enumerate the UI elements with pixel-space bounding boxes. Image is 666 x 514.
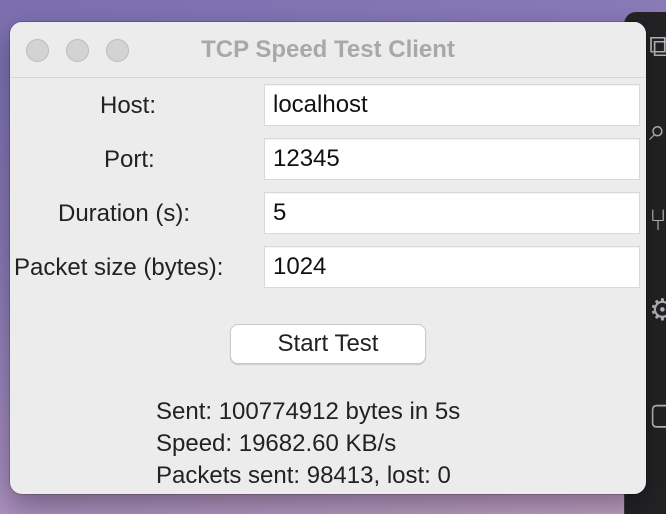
files-icon: ⧉ xyxy=(649,30,666,63)
app-window: TCP Speed Test Client Host: Port: Durati… xyxy=(10,22,646,494)
host-row: Host: xyxy=(10,84,646,128)
port-label: Port: xyxy=(104,146,155,173)
packet-size-label: Packet size (bytes): xyxy=(14,254,224,281)
port-input[interactable] xyxy=(264,138,640,180)
port-row: Port: xyxy=(10,138,646,182)
source-control-icon: ⑂ xyxy=(649,204,666,237)
window-title: TCP Speed Test Client xyxy=(201,36,455,63)
duration-row: Duration (s): xyxy=(10,192,646,236)
start-test-button[interactable]: Start Test xyxy=(230,324,426,364)
debug-icon: ⚙ xyxy=(649,294,666,327)
sent-result: Sent: 100774912 bytes in 5s xyxy=(156,398,461,425)
search-icon: ⌕ xyxy=(649,114,666,147)
packet-size-row: Packet size (bytes): xyxy=(10,246,646,290)
host-input[interactable] xyxy=(264,84,640,126)
packets-result: Packets sent: 98413, lost: 0 xyxy=(156,462,451,489)
speed-result: Speed: 19682.60 KB/s xyxy=(156,430,397,457)
host-label: Host: xyxy=(100,92,157,119)
title-bar[interactable]: TCP Speed Test Client xyxy=(10,22,646,78)
duration-input[interactable] xyxy=(264,192,640,234)
duration-label: Duration (s): xyxy=(58,200,191,227)
extensions-icon: ▢ xyxy=(649,398,666,431)
packet-size-input[interactable] xyxy=(264,246,640,288)
results-panel: Sent: 100774912 bytes in 5s Speed: 19682… xyxy=(156,396,460,492)
